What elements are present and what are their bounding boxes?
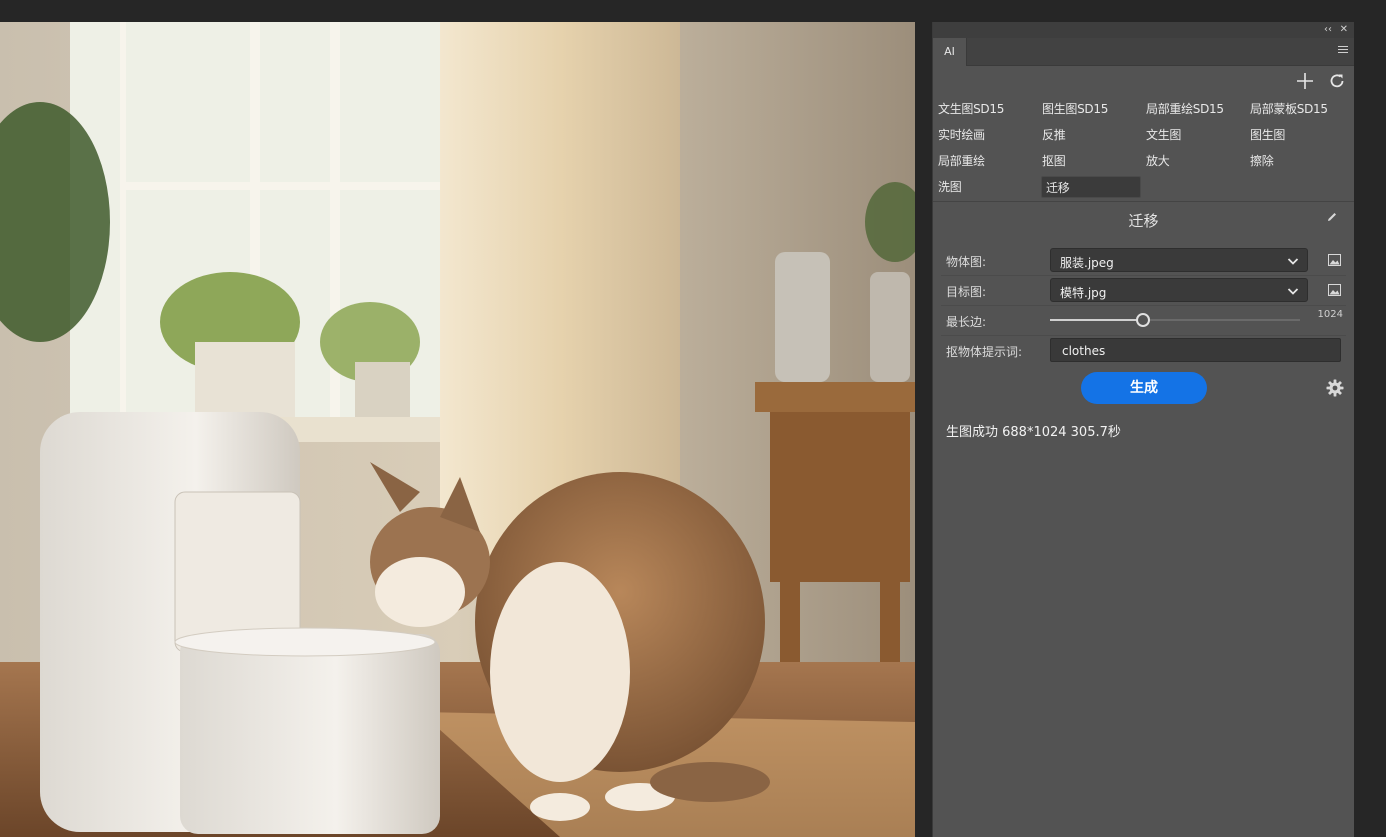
document-canvas[interactable] — [0, 22, 915, 837]
panel-menu-icon[interactable] — [1338, 46, 1348, 56]
func-reverse-prompt[interactable]: 反推 — [1038, 124, 1066, 146]
gear-icon[interactable] — [1326, 379, 1344, 397]
object-image-label: 物体图: — [946, 255, 987, 269]
panel-tabbar: AI — [933, 38, 1354, 66]
func-text2img[interactable]: 文生图 — [1142, 124, 1181, 146]
function-grid: 文生图SD15 图生图SD15 局部重绘SD15 局部蒙板SD15 实时绘画 反… — [933, 94, 1354, 202]
right-strip — [1354, 22, 1386, 837]
target-image-row: 目标图: 模特.jpg — [933, 275, 1355, 305]
panel-toolbar — [933, 66, 1354, 94]
chevron-down-icon — [1287, 258, 1299, 265]
app-window: ‹‹ ✕ AI 文生图SD15 图生图SD15 局部重绘SD15 局部蒙板SD1… — [0, 0, 1386, 837]
max-side-slider[interactable] — [1050, 313, 1300, 327]
canvas-image — [0, 22, 915, 837]
tab-ai[interactable]: AI — [933, 38, 967, 66]
max-side-row: 最长边: 1024 — [933, 305, 1355, 335]
section-title: 迁移 — [1128, 212, 1159, 230]
prompt-input[interactable]: clothes — [1050, 338, 1341, 362]
prompt-label: 抠物体提示词: — [946, 345, 1023, 359]
max-side-value: 1024 — [1317, 309, 1343, 320]
func-inpaint-sd15[interactable]: 局部重绘SD15 — [1142, 98, 1224, 120]
func-transfer[interactable]: 迁移 — [1041, 176, 1141, 198]
max-side-label: 最长边: — [946, 315, 987, 329]
collapse-panel-icon[interactable]: ‹‹ — [1324, 23, 1332, 37]
generate-button[interactable]: 生成 — [1081, 372, 1207, 404]
close-panel-icon[interactable]: ✕ — [1340, 23, 1348, 37]
refresh-icon[interactable] — [1328, 72, 1346, 90]
slider-thumb[interactable] — [1135, 313, 1150, 327]
target-image-label: 目标图: — [946, 285, 987, 299]
target-image-select[interactable]: 模特.jpg — [1050, 278, 1308, 302]
func-inpaint[interactable]: 局部重绘 — [934, 150, 985, 172]
section-header: 迁移 — [933, 202, 1354, 236]
func-cutout[interactable]: 抠图 — [1038, 150, 1066, 172]
status-text: 生图成功 688*1024 305.7秒 — [946, 425, 1121, 440]
image-icon[interactable] — [1328, 254, 1341, 266]
func-mask-sd15[interactable]: 局部蒙板SD15 — [1246, 98, 1328, 120]
prompt-row: 抠物体提示词: clothes — [933, 335, 1355, 365]
panel-titlebar: ‹‹ ✕ — [933, 22, 1354, 38]
edit-icon[interactable] — [1326, 211, 1338, 223]
object-image-row: 物体图: 服装.jpeg — [933, 245, 1355, 275]
object-image-value: 服装.jpeg — [1060, 256, 1114, 270]
func-erase[interactable]: 擦除 — [1246, 150, 1274, 172]
top-bar — [0, 0, 1386, 22]
ai-panel: ‹‹ ✕ AI 文生图SD15 图生图SD15 局部重绘SD15 局部蒙板SD1… — [932, 22, 1354, 837]
func-text2img-sd15[interactable]: 文生图SD15 — [934, 98, 1004, 120]
func-img2img-sd15[interactable]: 图生图SD15 — [1038, 98, 1108, 120]
object-image-select[interactable]: 服装.jpeg — [1050, 248, 1308, 272]
func-upscale[interactable]: 放大 — [1142, 150, 1170, 172]
image-icon[interactable] — [1328, 284, 1341, 296]
func-realtime-draw[interactable]: 实时绘画 — [934, 124, 985, 146]
func-wash-image[interactable]: 洗图 — [934, 176, 962, 198]
slider-fill — [1050, 319, 1143, 321]
target-image-value: 模特.jpg — [1060, 286, 1107, 300]
plus-icon[interactable] — [1296, 72, 1314, 90]
chevron-down-icon — [1287, 288, 1299, 295]
func-img2img[interactable]: 图生图 — [1246, 124, 1285, 146]
